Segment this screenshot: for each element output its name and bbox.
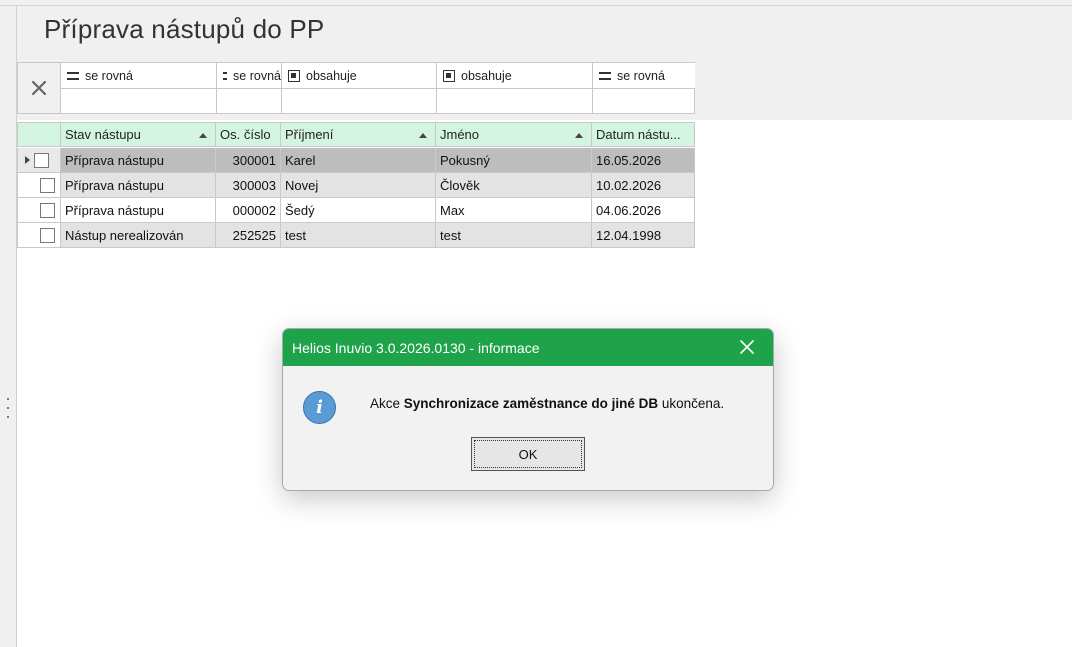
cell-prijmeni: Karel — [281, 148, 436, 173]
filter-value-input[interactable] — [437, 89, 592, 113]
filter-operator[interactable]: se rovná — [61, 63, 216, 89]
column-header-label: Os. číslo — [220, 127, 271, 142]
row-selector[interactable] — [17, 148, 61, 173]
column-header-datum[interactable]: Datum nástu... — [592, 122, 695, 147]
message-action-name: Synchronizace zaměstnance do jiné DB — [403, 396, 659, 411]
table-row[interactable]: Příprava nástupu 000002 Šedý Max 04.06.2… — [17, 198, 695, 223]
filter-operator[interactable]: obsahuje — [282, 63, 436, 89]
filter-value-input[interactable] — [61, 89, 216, 113]
cell-stav: Příprava nástupu — [61, 173, 216, 198]
filter-panel: se rovná se rovná obsahuje obsahuje se r… — [17, 62, 695, 114]
equals-icon — [599, 71, 611, 80]
cell-datum: 12.04.1998 — [592, 223, 695, 248]
equals-icon — [223, 71, 228, 80]
cell-datum: 10.02.2026 — [592, 173, 695, 198]
cell-prijmeni: test — [281, 223, 436, 248]
sort-ascending-icon — [419, 133, 427, 138]
filter-operator[interactable]: obsahuje — [437, 63, 592, 89]
cell-datum: 04.06.2026 — [592, 198, 695, 223]
row-selector[interactable] — [17, 173, 61, 198]
cell-jmeno: test — [436, 223, 592, 248]
row-pointer-icon — [25, 156, 30, 164]
contains-icon — [288, 69, 300, 82]
info-dialog: Helios Inuvio 3.0.2026.0130 - informace … — [282, 328, 774, 491]
close-icon — [32, 81, 46, 95]
filter-operator[interactable]: se rovná — [593, 63, 695, 89]
cell-jmeno: Člověk — [436, 173, 592, 198]
cell-os-cislo: 000002 — [216, 198, 281, 223]
column-header-label: Stav nástupu — [65, 127, 141, 142]
cell-prijmeni: Šedý — [281, 198, 436, 223]
info-icon: i — [303, 391, 336, 424]
close-icon[interactable] — [739, 339, 755, 355]
splitter-grip-icon[interactable] — [6, 398, 10, 418]
dialog-title: Helios Inuvio 3.0.2026.0130 - informace — [292, 339, 540, 356]
filter-column-datum: se rovná — [593, 63, 695, 113]
filter-column-jmeno: obsahuje — [437, 63, 593, 113]
row-checkbox[interactable] — [40, 177, 55, 193]
filter-value-input[interactable] — [593, 89, 695, 113]
header-selector — [17, 122, 61, 147]
cell-os-cislo: 252525 — [216, 223, 281, 248]
page-title: Příprava nástupů do PP — [44, 14, 325, 44]
cell-jmeno: Pokusný — [436, 148, 592, 173]
row-selector[interactable] — [17, 223, 61, 248]
row-checkbox[interactable] — [34, 152, 49, 168]
sort-ascending-icon — [199, 133, 207, 138]
filter-operator-label: se rovná — [233, 68, 281, 83]
cell-os-cislo: 300003 — [216, 173, 281, 198]
table-row[interactable]: Příprava nástupu 300003 Novej Člověk 10.… — [17, 173, 695, 198]
filter-operator-label: se rovná — [617, 68, 665, 83]
column-header-label: Jméno — [440, 127, 480, 142]
ok-button-label: OK — [474, 440, 582, 468]
column-header-jmeno[interactable]: Jméno — [436, 122, 592, 147]
cell-stav: Příprava nástupu — [61, 148, 216, 173]
column-header-prijmeni[interactable]: Příjmení — [281, 122, 436, 147]
cell-stav: Nástup nerealizován — [61, 223, 216, 248]
cell-os-cislo: 300001 — [216, 148, 281, 173]
contains-icon — [443, 69, 455, 82]
cell-jmeno: Max — [436, 198, 592, 223]
filter-column-os-cislo: se rovná — [217, 63, 282, 113]
row-selector[interactable] — [17, 198, 61, 223]
message-suffix: ukončena. — [661, 396, 725, 411]
column-header-label: Příjmení — [285, 127, 334, 142]
filter-operator-label: obsahuje — [461, 68, 512, 83]
table-row[interactable]: Nástup nerealizován 252525 test test 12.… — [17, 223, 695, 248]
left-side-panel — [0, 6, 17, 647]
dialog-body: i Akce Synchronizace zaměstnance do jiné… — [283, 366, 773, 490]
dialog-title-bar[interactable]: Helios Inuvio 3.0.2026.0130 - informace — [283, 329, 773, 366]
column-header-os-cislo[interactable]: Os. číslo — [216, 122, 281, 147]
column-header-label: Datum nástu... — [596, 127, 681, 142]
dialog-message: Akce Synchronizace zaměstnance do jiné D… — [370, 396, 724, 411]
equals-icon — [67, 71, 79, 80]
filter-column-stav: se rovná — [61, 63, 217, 113]
top-border — [0, 0, 1072, 6]
row-checkbox[interactable] — [40, 227, 55, 243]
row-checkbox[interactable] — [40, 202, 55, 218]
sort-ascending-icon — [575, 133, 583, 138]
filter-operator[interactable]: se rovná — [217, 63, 281, 89]
column-header-stav[interactable]: Stav nástupu — [61, 122, 216, 147]
grid-header: Stav nástupu Os. číslo Příjmení Jméno Da… — [17, 122, 695, 147]
ok-button[interactable]: OK — [471, 437, 585, 471]
filter-operator-label: se rovná — [85, 68, 133, 83]
filter-value-input[interactable] — [217, 89, 281, 113]
table-row[interactable]: Příprava nástupu 300001 Karel Pokusný 16… — [17, 148, 695, 173]
clear-filter-button[interactable] — [18, 63, 61, 113]
filter-operator-label: obsahuje — [306, 68, 357, 83]
cell-prijmeni: Novej — [281, 173, 436, 198]
cell-stav: Příprava nástupu — [61, 198, 216, 223]
message-prefix: Akce — [370, 396, 401, 411]
filter-value-input[interactable] — [282, 89, 436, 113]
filter-column-prijmeni: obsahuje — [282, 63, 437, 113]
cell-datum: 16.05.2026 — [592, 148, 695, 173]
